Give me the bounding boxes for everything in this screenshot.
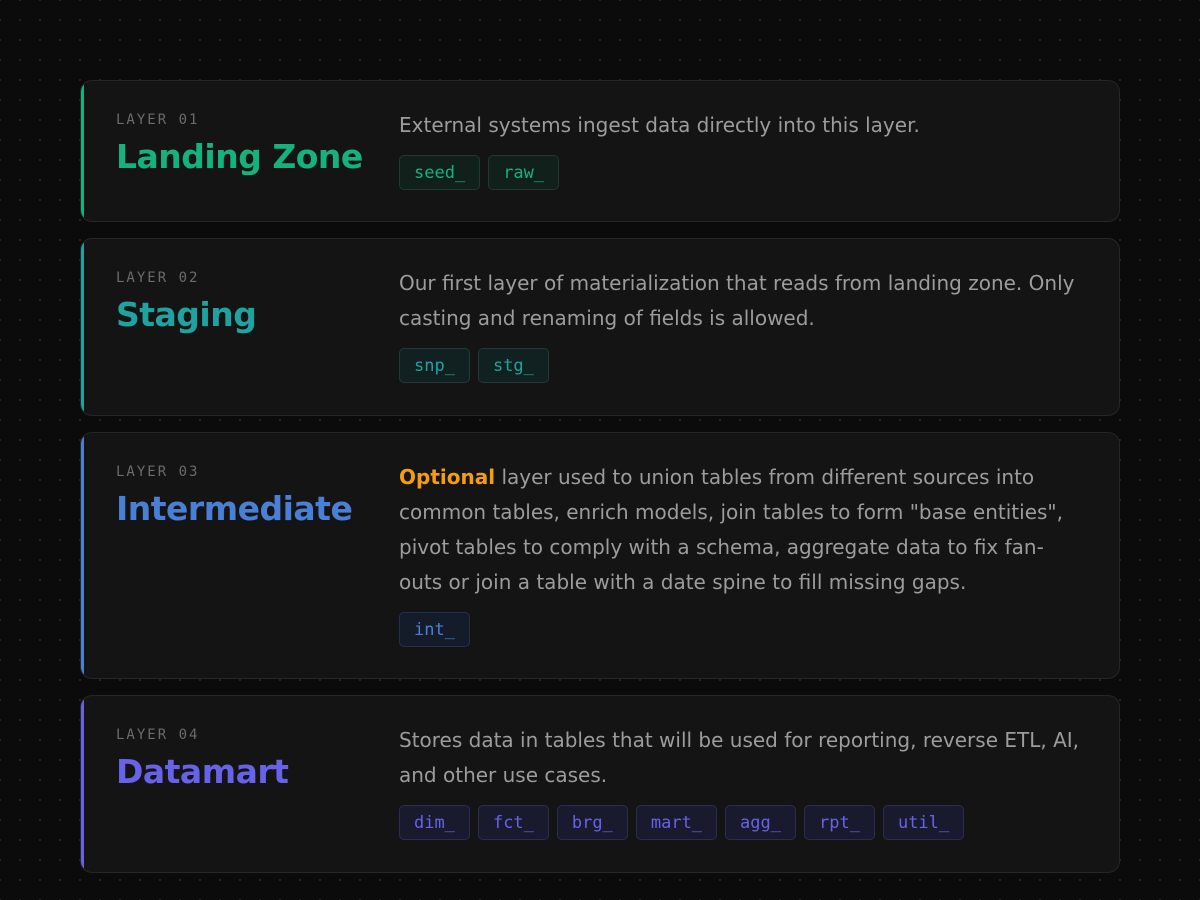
layer-body: Stores data in tables that will be used … bbox=[399, 696, 1119, 872]
prefix-tag: int_ bbox=[399, 612, 470, 647]
layer-header: LAYER 04 Datamart bbox=[81, 696, 399, 872]
layer-title: Datamart bbox=[116, 752, 289, 791]
prefix-tag: util_ bbox=[882, 805, 965, 840]
layer-card-staging: LAYER 02 Staging Our first layer of mate… bbox=[80, 238, 1120, 416]
layer-description: Stores data in tables that will be used … bbox=[399, 728, 1079, 787]
layer-header: LAYER 03 Intermediate bbox=[81, 433, 399, 678]
prefix-tag: raw_ bbox=[488, 155, 560, 190]
prefix-tag: dim_ bbox=[399, 805, 470, 840]
layer-card-landing-zone: LAYER 01 Landing Zone External systems i… bbox=[80, 80, 1120, 222]
prefix-tag-list: seed_ raw_ bbox=[399, 155, 1083, 190]
prefix-tag-list: snp_ stg_ bbox=[399, 348, 1083, 383]
layer-number-label: LAYER 03 bbox=[116, 464, 200, 480]
layer-title: Landing Zone bbox=[116, 137, 363, 176]
prefix-tag-list: dim_ fct_ brg_ mart_ agg_ rpt_ util_ bbox=[399, 805, 1083, 840]
layer-title: Staging bbox=[116, 295, 257, 334]
layer-description: External systems ingest data directly in… bbox=[399, 113, 920, 137]
layer-body: Our first layer of materialization that … bbox=[399, 239, 1119, 415]
layer-number-label: LAYER 01 bbox=[116, 112, 200, 128]
layer-body: Optional layer used to union tables from… bbox=[399, 433, 1119, 678]
layer-title: Intermediate bbox=[116, 489, 353, 528]
layer-description: Optional layer used to union tables from… bbox=[399, 460, 1083, 600]
prefix-tag: mart_ bbox=[635, 805, 718, 840]
prefix-tag: snp_ bbox=[399, 348, 470, 383]
layer-header: LAYER 02 Staging bbox=[81, 239, 399, 415]
layer-number-label: LAYER 04 bbox=[116, 727, 200, 743]
layer-description-text: layer used to union tables from differen… bbox=[399, 465, 1063, 594]
optional-highlight: Optional bbox=[399, 465, 496, 489]
prefix-tag: rpt_ bbox=[804, 805, 875, 840]
layer-card-datamart: LAYER 04 Datamart Stores data in tables … bbox=[80, 695, 1120, 873]
layer-card-intermediate: LAYER 03 Intermediate Optional layer use… bbox=[80, 432, 1120, 679]
layer-body: External systems ingest data directly in… bbox=[399, 81, 1119, 221]
prefix-tag: brg_ bbox=[556, 805, 628, 840]
prefix-tag: stg_ bbox=[477, 348, 549, 383]
prefix-tag: seed_ bbox=[399, 155, 481, 190]
prefix-tag: agg_ bbox=[725, 805, 796, 840]
layer-header: LAYER 01 Landing Zone bbox=[81, 81, 399, 221]
prefix-tag-list: int_ bbox=[399, 612, 1083, 647]
prefix-tag: fct_ bbox=[477, 805, 549, 840]
layer-number-label: LAYER 02 bbox=[116, 270, 200, 286]
layer-description: Our first layer of materialization that … bbox=[399, 271, 1075, 330]
layer-stack: LAYER 01 Landing Zone External systems i… bbox=[80, 80, 1120, 889]
